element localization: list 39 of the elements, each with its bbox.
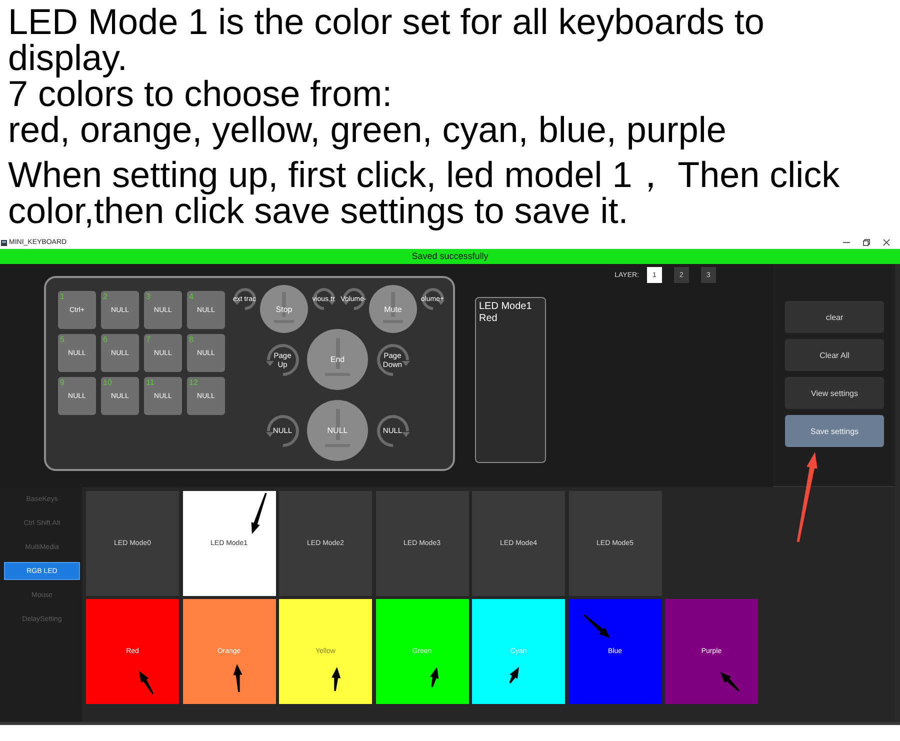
action-button[interactable]: Clear All — [785, 339, 884, 371]
status-banner: Saved successfully — [0, 249, 900, 264]
caption-text: When setting up, first click, led model 1， Then click color,then click save settings to save it. — [8, 157, 841, 229]
knob-button[interactable]: Mute — [369, 285, 417, 333]
caption-text: LED Mode 1 is the color set for all keyboards to display. — [8, 4, 766, 76]
close-icon[interactable] — [883, 239, 890, 246]
annotation-arrow — [233, 664, 242, 692]
restore-icon[interactable] — [863, 239, 870, 246]
key-number: 11 — [146, 378, 154, 387]
annotation-arrow — [139, 671, 154, 694]
minimize-icon[interactable] — [843, 239, 850, 246]
key-number: 3 — [146, 292, 150, 301]
annotation-arrow — [332, 667, 341, 692]
annotation-arrow — [584, 614, 610, 638]
key-number: 9 — [60, 378, 64, 387]
key-number: 2 — [103, 292, 108, 301]
action-button[interactable]: clear — [785, 301, 884, 333]
key-number: 6 — [103, 335, 108, 344]
action-button[interactable]: View settings — [785, 377, 884, 409]
key-number: 1 — [60, 292, 64, 301]
annotation-arrow — [430, 667, 439, 688]
annotation-arrow — [509, 667, 519, 684]
key-number: 10 — [103, 378, 112, 387]
knob-button[interactable]: Stop — [260, 285, 308, 333]
app-icon — [1, 240, 7, 246]
key-number: 12 — [189, 378, 198, 387]
annotation-arrow — [251, 492, 267, 534]
action-button[interactable]: Save settings — [785, 415, 884, 447]
annotation-arrow — [720, 672, 740, 692]
knob-button[interactable]: NULL — [307, 400, 368, 461]
caption-text: 7 colors to choose from: — [8, 76, 394, 112]
key-number: 8 — [189, 335, 194, 344]
key-number: 7 — [146, 335, 150, 344]
caption-text: red, orange, yellow, green, cyan, blue, purple — [8, 112, 728, 148]
key-number: 5 — [60, 335, 64, 344]
key-number: 4 — [189, 292, 194, 301]
summary-text: Red — [479, 313, 498, 325]
summary-text: LED Mode1 — [479, 301, 532, 313]
knob-button[interactable]: End — [307, 329, 368, 390]
